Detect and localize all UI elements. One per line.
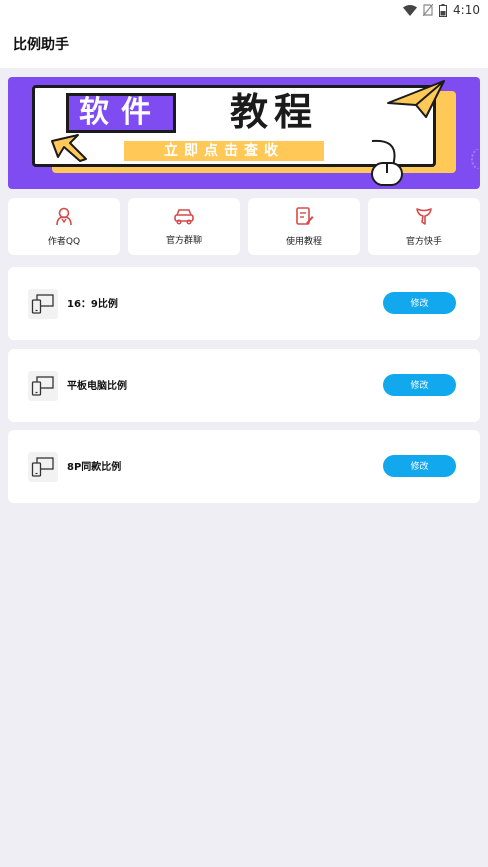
quick-item-label: 使用教程 <box>285 237 322 247</box>
mouse-icon <box>368 139 412 189</box>
devices-icon <box>28 452 58 482</box>
quick-item-label: 官方快手 <box>405 237 442 247</box>
edit-button[interactable]: 修改 <box>383 292 456 314</box>
battery-icon <box>439 3 448 17</box>
cursor-arrow-icon <box>50 133 90 167</box>
paper-plane-icon <box>386 77 446 125</box>
app-title: 比例助手 <box>13 37 69 53</box>
document-edit-icon <box>294 206 314 230</box>
no-sim-icon <box>423 4 434 16</box>
status-bar: 4:10 <box>0 0 488 20</box>
banner-cta: 立即点击查收 <box>124 141 324 161</box>
car-icon <box>173 207 195 229</box>
status-time: 4:10 <box>453 3 480 17</box>
preset-card-8p: 8P同款比例 修改 <box>8 430 480 503</box>
app-bar: 比例助手 <box>0 20 488 68</box>
edit-button[interactable]: 修改 <box>383 455 456 477</box>
banner-title-left: 软件 <box>66 93 176 133</box>
quick-item-kuaishou[interactable]: 官方快手 <box>368 198 480 255</box>
person-icon <box>54 206 74 230</box>
wifi-icon <box>403 4 418 16</box>
quick-actions: 作者QQ 官方群聊 使用教程 官方快手 <box>8 198 480 255</box>
preset-name: 8P同款比例 <box>67 462 122 473</box>
decor-stripes-icon <box>470 146 480 173</box>
quick-item-label: 官方群聊 <box>165 236 202 246</box>
preset-name: 16：9比例 <box>67 299 118 310</box>
kuaishou-icon <box>414 206 434 230</box>
quick-item-tutorial[interactable]: 使用教程 <box>248 198 360 255</box>
edit-button[interactable]: 修改 <box>383 374 456 396</box>
devices-icon <box>28 289 58 319</box>
preset-name: 平板电脑比例 <box>67 381 127 392</box>
quick-item-author-qq[interactable]: 作者QQ <box>8 198 120 255</box>
preset-card-tablet: 平板电脑比例 修改 <box>8 349 480 422</box>
tutorial-banner[interactable]: 软件 教程 立即点击查收 <box>8 77 480 189</box>
quick-item-official-group[interactable]: 官方群聊 <box>128 198 240 255</box>
devices-icon <box>28 371 58 401</box>
preset-card-16-9: 16：9比例 修改 <box>8 267 480 340</box>
banner-title-right: 教程 <box>230 90 319 134</box>
quick-item-label: 作者QQ <box>47 237 81 247</box>
